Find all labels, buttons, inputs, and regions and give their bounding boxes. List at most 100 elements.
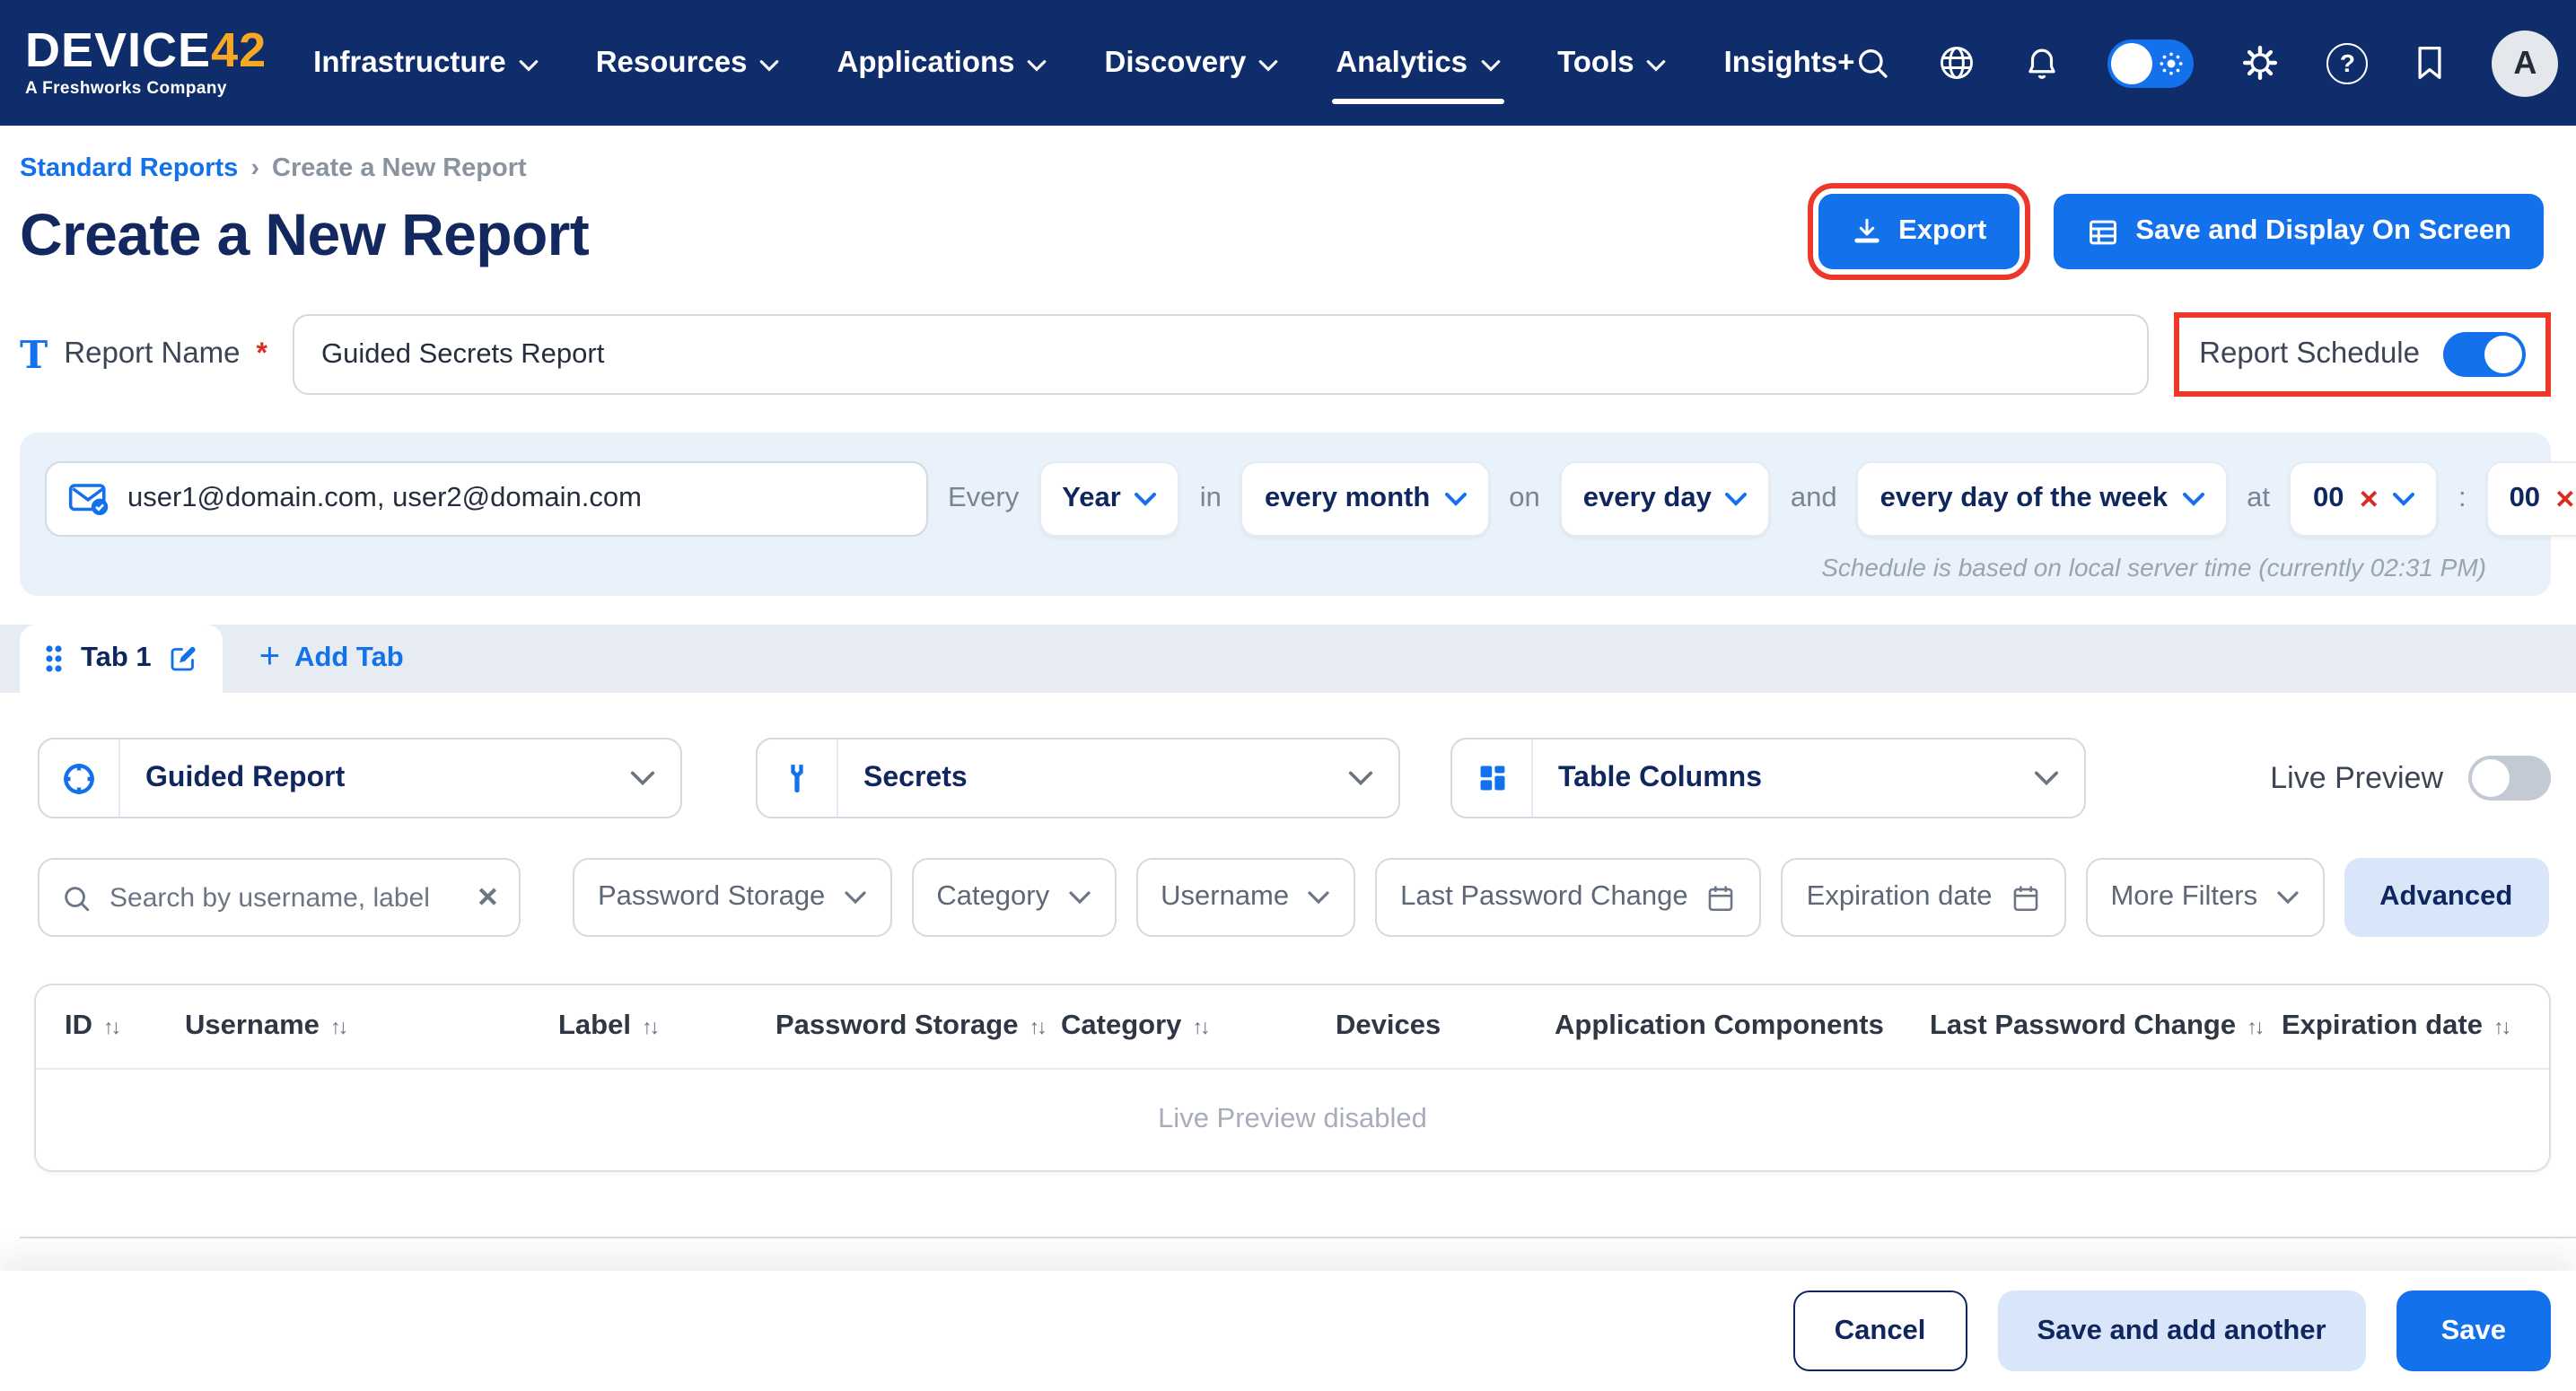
chevron-down-icon <box>1067 890 1091 905</box>
filter-username[interactable]: Username <box>1135 858 1355 937</box>
column-header-label[interactable]: Label↑↓ <box>558 1010 775 1043</box>
menu-analytics[interactable]: Analytics <box>1336 0 1500 126</box>
table-header-row: ID↑↓ Username↑↓ Label↑↓ Password Storage… <box>36 985 2549 1070</box>
filter-expiration-date[interactable]: Expiration date <box>1782 858 2066 937</box>
theme-toggle[interactable] <box>2107 39 2194 87</box>
device42-logo[interactable]: DEVICE42 A Freshworks Company <box>25 28 267 99</box>
chevron-down-icon <box>843 890 866 905</box>
drag-handle-icon <box>43 644 65 673</box>
page-content: Standard Reports › Create a New Report C… <box>0 126 2576 1238</box>
menu-tools[interactable]: Tools <box>1557 0 1667 126</box>
download-icon <box>1850 215 1882 248</box>
email-check-icon <box>68 481 110 517</box>
main-menu: Infrastructure Resources Applications Di… <box>313 0 1854 126</box>
clear-icon[interactable]: ✕ <box>2554 486 2575 512</box>
required-asterisk: * <box>257 338 267 371</box>
export-button[interactable]: Export <box>1818 194 2019 269</box>
clear-icon[interactable]: ✕ <box>477 884 499 911</box>
column-header-password-storage[interactable]: Password Storage↑↓ <box>775 1010 1061 1043</box>
day-select[interactable]: every day <box>1560 461 1771 537</box>
chevron-down-icon <box>2182 492 2204 506</box>
top-nav: DEVICE42 A Freshworks Company Infrastruc… <box>0 0 2576 126</box>
chevron-down-icon <box>1028 58 1047 71</box>
calendar-icon <box>2010 882 2040 913</box>
menu-discovery[interactable]: Discovery <box>1105 0 1279 126</box>
sort-icon: ↑↓ <box>103 1017 118 1038</box>
menu-insights[interactable]: Insights+ <box>1724 0 1855 126</box>
bookmark-icon[interactable] <box>2414 45 2445 81</box>
breadcrumb-separator: › <box>250 154 259 183</box>
columns-grid-icon <box>1452 739 1533 817</box>
chevron-down-icon <box>1647 58 1667 71</box>
theme-toggle-knob <box>2111 42 2152 83</box>
save-and-add-another-button[interactable]: Save and add another <box>1997 1290 2365 1371</box>
bell-icon[interactable] <box>2023 44 2061 82</box>
chevron-down-icon <box>1480 58 1500 71</box>
chevron-down-icon <box>1307 890 1330 905</box>
chevron-down-icon <box>2394 492 2415 506</box>
search-input[interactable] <box>106 880 462 914</box>
help-icon[interactable]: ? <box>2326 42 2368 83</box>
chevron-down-icon <box>760 58 780 71</box>
table-icon <box>2085 214 2119 249</box>
search-icon[interactable] <box>1854 45 1890 81</box>
add-tab-button[interactable]: + Add Tab <box>259 643 404 675</box>
month-select[interactable]: every month <box>1241 461 1489 537</box>
edit-icon[interactable] <box>168 643 200 675</box>
page-header: Create a New Report Export Save and Disp… <box>20 183 2551 269</box>
column-header-last-password-change[interactable]: Last Password Change↑↓ <box>1930 1010 2282 1043</box>
chevron-down-icon <box>519 58 539 71</box>
source-object-select[interactable]: Secrets <box>756 738 1400 818</box>
column-header-expiration-date[interactable]: Expiration date↑↓ <box>2282 1010 2549 1043</box>
filter-more-filters[interactable]: More Filters <box>2085 858 2324 937</box>
weekday-select[interactable]: every day of the week <box>1857 461 2228 537</box>
chevron-down-icon <box>1444 492 1466 506</box>
menu-infrastructure[interactable]: Infrastructure <box>313 0 539 126</box>
logo-tagline: A Freshworks Company <box>25 82 267 99</box>
plus-icon: + <box>259 639 280 675</box>
report-name-label: T Report Name * <box>20 336 267 373</box>
sort-icon: ↑↓ <box>1192 1017 1207 1038</box>
logo-text: DEVICE42 <box>25 28 267 76</box>
menu-resources[interactable]: Resources <box>596 0 780 126</box>
filter-password-storage[interactable]: Password Storage <box>573 858 891 937</box>
section-divider <box>20 1237 2576 1238</box>
advanced-button[interactable]: Advanced <box>2344 858 2548 937</box>
chevron-down-icon <box>630 739 680 817</box>
recipients-input[interactable]: user1@domain.com, user2@domain.com <box>45 461 928 537</box>
text-field-icon: T <box>20 336 48 373</box>
report-schedule-label: Report Schedule <box>2199 337 2420 372</box>
cancel-button[interactable]: Cancel <box>1793 1290 1967 1371</box>
save-button[interactable]: Save <box>2396 1290 2551 1371</box>
filter-category[interactable]: Category <box>911 858 1116 937</box>
column-header-id[interactable]: ID↑↓ <box>65 1010 185 1043</box>
filters-row: ✕ Password Storage Category Username Las… <box>20 858 2551 937</box>
hour-select[interactable]: 00 ✕ <box>2290 461 2439 537</box>
table-columns-select[interactable]: Table Columns <box>1450 738 2086 818</box>
filter-last-password-change[interactable]: Last Password Change <box>1375 858 1762 937</box>
header-actions: Export Save and Display On Screen <box>1818 194 2551 269</box>
save-and-display-button[interactable]: Save and Display On Screen <box>2053 194 2544 269</box>
sort-icon: ↑↓ <box>1030 1017 1045 1038</box>
chevron-down-icon <box>2034 739 2084 817</box>
in-label: in <box>1195 483 1227 515</box>
report-name-input[interactable] <box>293 314 2149 395</box>
guided-report-icon <box>39 739 120 817</box>
clear-icon[interactable]: ✕ <box>2358 486 2379 512</box>
breadcrumb-link-standard-reports[interactable]: Standard Reports <box>20 154 238 183</box>
page-title: Create a New Report <box>20 201 589 269</box>
minute-select[interactable]: 00 ✕ <box>2486 461 2576 537</box>
live-preview-control: Live Preview <box>2270 756 2551 800</box>
tab-1[interactable]: Tab 1 <box>20 625 223 693</box>
user-avatar[interactable]: A <box>2492 30 2558 96</box>
report-type-select[interactable]: Guided Report <box>38 738 682 818</box>
column-header-username[interactable]: Username↑↓ <box>185 1010 558 1043</box>
period-select[interactable]: Year <box>1038 461 1180 537</box>
globe-icon[interactable] <box>1937 43 1976 83</box>
menu-applications[interactable]: Applications <box>837 0 1047 126</box>
gear-icon[interactable] <box>2240 43 2280 83</box>
column-header-category[interactable]: Category↑↓ <box>1061 1010 1336 1043</box>
column-header-devices: Devices <box>1336 1010 1555 1043</box>
report-schedule-toggle[interactable] <box>2443 332 2526 377</box>
live-preview-toggle[interactable] <box>2468 756 2551 800</box>
